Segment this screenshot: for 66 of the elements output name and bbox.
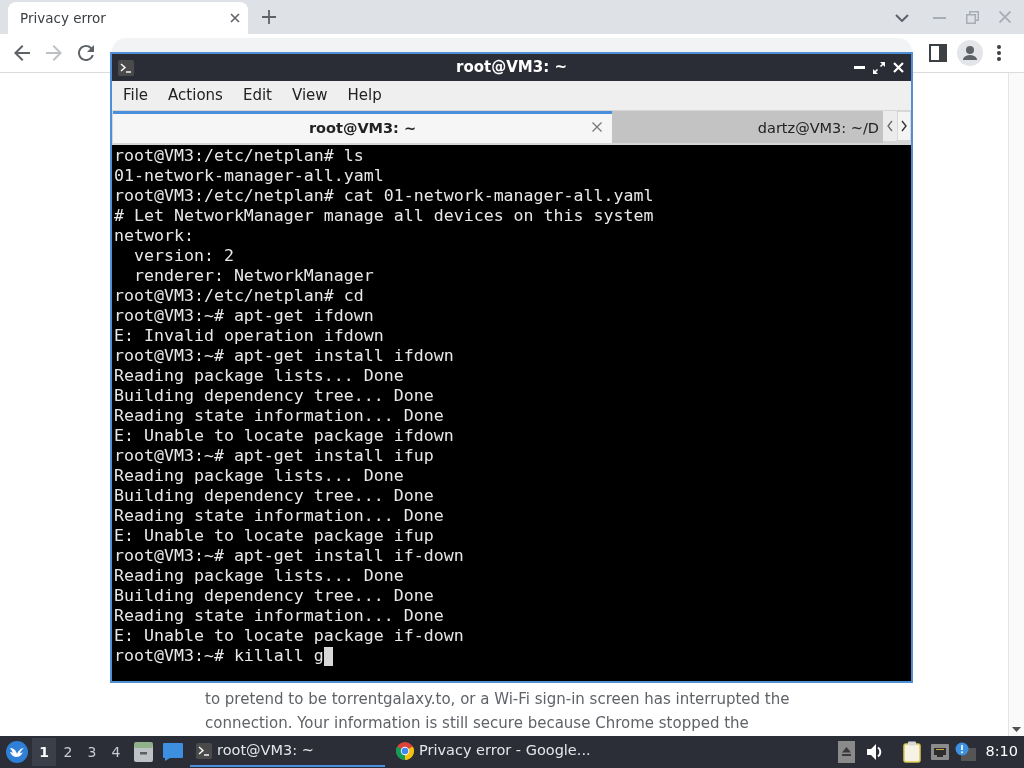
terminal-line: Reading package lists... Done: [114, 366, 404, 386]
terminal-line: root@VM3:~# apt-get install if-down: [114, 546, 464, 566]
maximize-icon[interactable]: [873, 61, 885, 74]
notepad-icon[interactable]: [903, 741, 922, 763]
terminal-tab[interactable]: root@VM3: ~: [113, 111, 612, 143]
close-icon[interactable]: [230, 13, 240, 23]
terminal-line: root@VM3:/etc/netplan# ls: [114, 146, 364, 166]
window-title: root@VM3: ~: [456, 57, 567, 79]
menu-item[interactable]: Help: [337, 84, 392, 107]
terminal-line: E: Unable to locate package ifdown: [114, 426, 454, 446]
terminal-line: root@VM3:~# killall g: [114, 646, 324, 666]
browser-logo-icon: [396, 742, 414, 760]
terminal-icon: [118, 59, 134, 76]
side-panel-icon[interactable]: [929, 44, 947, 62]
workspace-button[interactable]: 1: [32, 738, 56, 766]
notification-icon[interactable]: [955, 742, 977, 762]
terminal-line: E: Unable to locate package ifup: [114, 526, 434, 546]
reload-icon[interactable]: [78, 45, 94, 61]
scroll-down-arrow-icon[interactable]: [1012, 727, 1021, 732]
terminal-line: Reading state information... Done: [114, 406, 444, 426]
terminal-line: renderer: NetworkManager: [132, 266, 374, 286]
terminal-line: Reading state information... Done: [114, 606, 444, 626]
workspace-button[interactable]: 4: [104, 738, 128, 766]
eject-icon[interactable]: [838, 741, 856, 763]
terminal-line: root@VM3:~# apt-get ifdown: [114, 306, 374, 326]
terminal-line: network:: [114, 226, 194, 246]
browser-tab[interactable]: Privacy error: [8, 2, 248, 34]
scrollbar[interactable]: [1008, 73, 1024, 736]
terminal-line: 01-network-manager-all.yaml: [114, 166, 384, 186]
file-cabinet-icon[interactable]: [134, 742, 153, 762]
chat-bubble-icon[interactable]: [163, 743, 183, 761]
terminal-line: E: Unable to locate package if-down: [114, 626, 464, 646]
chevron-down-icon[interactable]: [895, 14, 909, 22]
terminal-tab[interactable]: dartz@VM3: ~/D: [612, 111, 883, 143]
terminal-line: root@VM3:~# apt-get install ifup: [114, 446, 434, 466]
scroll-left-icon[interactable]: [883, 111, 897, 141]
start-menu-icon[interactable]: [6, 741, 28, 763]
more-menu-icon[interactable]: [997, 45, 1001, 61]
menu-item[interactable]: File: [113, 84, 159, 107]
terminal-line: # Let NetworkManager manage all devices on this system: [114, 206, 654, 226]
terminal-line: Reading state information... Done: [114, 506, 444, 526]
workspace-button[interactable]: 2: [56, 738, 80, 766]
menu-item[interactable]: Actions: [158, 84, 233, 107]
ethernet-port-icon[interactable]: [931, 744, 950, 760]
terminal-line: Reading package lists... Done: [114, 566, 404, 586]
taskbar-task[interactable]: root@VM3: ~: [190, 737, 385, 767]
menu-item[interactable]: View: [281, 84, 338, 107]
clock-time: 8:10: [985, 742, 1018, 762]
menu-item[interactable]: Edit: [232, 84, 282, 107]
terminal-line: Reading package lists... Done: [114, 466, 404, 486]
profile-avatar-icon[interactable]: [957, 40, 983, 66]
workspace-button[interactable]: 3: [80, 738, 104, 766]
terminal-line: root@VM3:/etc/netplan# cat 01-network-manager-all.yaml: [114, 186, 654, 206]
terminal-line: Building dependency tree... Done: [114, 386, 434, 406]
terminal-line: Building dependency tree... Done: [114, 486, 434, 506]
taskbar-task[interactable]: Privacy error - Google...: [395, 737, 590, 767]
warning-text: to pretend to be torrentgalaxy.to, or a Wi-Fi sign-in screen has interrupted the connection. Your information is still secure because Chrome stopped the: [205, 689, 790, 734]
terminal-icon: [196, 743, 212, 759]
new-tab-icon[interactable]: [262, 10, 276, 24]
back-arrow-icon[interactable]: [14, 45, 30, 61]
terminal-line: root@VM3:/etc/netplan# cd: [114, 286, 364, 306]
terminal-line: E: Invalid operation ifdown: [114, 326, 384, 346]
scroll-right-icon[interactable]: [897, 111, 911, 141]
terminal-line: root@VM3:~# apt-get install ifdown: [114, 346, 454, 366]
terminal-line: version: 2: [132, 246, 234, 266]
terminal-line: Building dependency tree... Done: [114, 586, 434, 606]
